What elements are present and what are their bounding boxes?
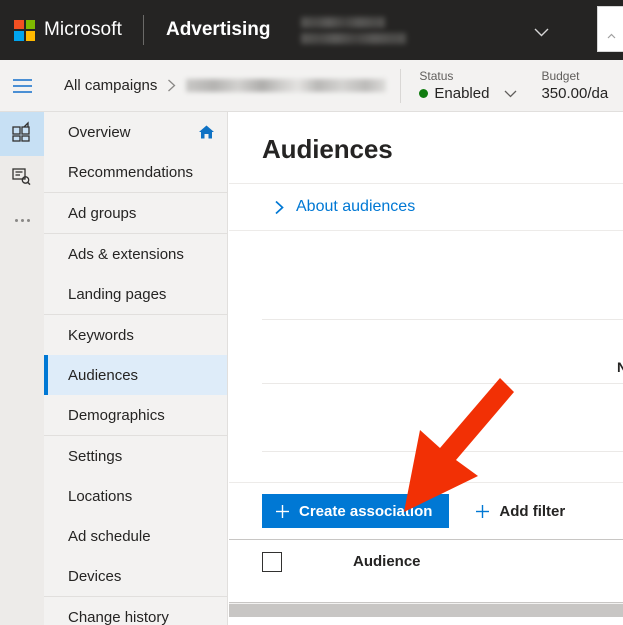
microsoft-logo-icon <box>14 19 35 41</box>
sidebar-item-label: Devices <box>68 567 122 585</box>
chart-gridline <box>262 319 623 320</box>
account-name-redacted <box>300 16 385 28</box>
status-block: Status Enabled <box>419 69 517 103</box>
sidebar-item-label: Demographics <box>68 406 165 424</box>
breadcrumb-item-all-campaigns[interactable]: All campaigns <box>64 77 157 94</box>
plus-icon <box>475 504 490 519</box>
status-value-row[interactable]: Enabled <box>419 85 517 103</box>
sidebar-group: Keywords Audiences Demographics <box>44 315 227 436</box>
sidebar-group: Ads & extensions Landing pages <box>44 234 227 315</box>
sidebar-item-ads-extensions[interactable]: Ads & extensions <box>44 234 227 274</box>
about-audiences-bar[interactable]: About audiences <box>229 183 623 231</box>
chart-axis-label-clipped: N <box>617 359 623 375</box>
sidebar-item-ad-groups[interactable]: Ad groups <box>44 193 227 233</box>
rail-item-campaigns[interactable] <box>0 112 44 156</box>
create-association-label: Create association <box>299 502 433 520</box>
hamburger-bars <box>12 78 32 93</box>
performance-chart-area: N <box>229 231 623 483</box>
sidebar-item-change-history[interactable]: Change history <box>44 597 227 625</box>
horizontal-scrollbar[interactable] <box>229 602 623 617</box>
add-filter-label: Add filter <box>499 502 566 520</box>
more-options-dot-3 <box>26 218 30 222</box>
main-content: Audiences About audiences N Create assoc… <box>229 112 623 625</box>
sidebar-item-audiences[interactable]: Audiences <box>44 355 227 395</box>
status-label: Status <box>419 68 454 83</box>
app-window: Microsoft Advertising All campaigns Stat… <box>0 0 623 625</box>
sidebar-group: Settings Locations Ad schedule Devices <box>44 436 227 597</box>
column-header-audience[interactable]: Audience <box>353 553 421 570</box>
sidebar-item-recommendations[interactable]: Recommendations <box>44 152 227 192</box>
sidebar-item-label: Keywords <box>68 326 134 344</box>
chart-gridline <box>262 383 623 384</box>
header-divider <box>142 15 144 45</box>
sidebar-item-overview[interactable]: Overview <box>44 112 227 152</box>
scrollbar-thumb[interactable] <box>229 604 623 617</box>
status-badge <box>419 89 429 98</box>
campaigns-icon <box>11 120 33 148</box>
account-chevron-down-icon[interactable] <box>534 28 549 37</box>
sidebar-item-label: Recommendations <box>68 163 194 181</box>
account-info-redacted[interactable] <box>300 16 406 44</box>
table-action-bar: Create association Add filter <box>229 483 623 539</box>
sidebar-item-ad-schedule[interactable]: Ad schedule <box>44 516 227 556</box>
more-options-icon <box>14 218 18 222</box>
sidebar-item-locations[interactable]: Locations <box>44 476 227 516</box>
page-title: Audiences <box>262 134 393 164</box>
content-bottom-edge <box>229 617 623 625</box>
sidebar-item-keywords[interactable]: Keywords <box>44 315 227 355</box>
icon-rail <box>0 112 44 625</box>
plus-icon <box>275 504 290 519</box>
sidebar-item-label: Ads & extensions <box>68 245 184 263</box>
chevron-right-icon <box>274 200 285 215</box>
chevron-up-icon <box>607 26 616 44</box>
microsoft-brand[interactable]: Microsoft <box>0 19 122 41</box>
table-header-row: Audience <box>229 539 623 583</box>
sidebar-item-label: Settings <box>68 447 123 465</box>
header-popup-panel[interactable] <box>597 6 623 52</box>
sidebar-group: Ad groups <box>44 193 227 234</box>
budget-block[interactable]: Budget 350.00/da <box>541 69 608 102</box>
reports-icon <box>11 165 33 192</box>
sidebar-item-label: Change history <box>68 608 169 625</box>
chevron-right-icon <box>167 79 176 92</box>
budget-label: Budget <box>541 69 580 83</box>
context-divider <box>400 68 402 103</box>
sidebar-item-label: Landing pages <box>68 285 167 303</box>
hamburger-menu-icon[interactable] <box>0 60 44 112</box>
breadcrumb-item-campaign-redacted[interactable] <box>186 79 387 92</box>
campaign-sidebar: Overview Recommendations Ad groups Ads & ex… <box>44 112 228 625</box>
account-id-redacted <box>300 32 406 44</box>
add-filter-button[interactable]: Add filter <box>475 494 565 528</box>
sidebar-item-landing-pages[interactable]: Landing pages <box>44 274 227 314</box>
more-options-dot <box>20 218 24 222</box>
chart-gridline <box>262 451 623 452</box>
campaign-context-bar: All campaigns Status Enabled Budget 350.… <box>0 60 623 112</box>
rail-item-more-options[interactable] <box>0 200 44 240</box>
sidebar-item-label: Audiences <box>68 366 139 384</box>
status-chevron-down-icon[interactable] <box>504 85 517 103</box>
global-header: Microsoft Advertising <box>0 0 623 60</box>
brand-label: Microsoft <box>44 19 122 40</box>
sidebar-item-label: Overview <box>68 123 131 141</box>
sidebar-item-label: Ad groups <box>68 204 137 222</box>
breadcrumb: All campaigns <box>44 77 387 94</box>
sidebar-item-label: Locations <box>68 487 133 505</box>
budget-value: 350.00/da <box>541 85 609 102</box>
sidebar-group: Overview Recommendations <box>44 112 227 193</box>
rail-item-reports[interactable] <box>0 156 44 200</box>
create-association-button[interactable]: Create association <box>262 494 450 528</box>
sidebar-item-settings[interactable]: Settings <box>44 436 227 476</box>
product-label: Advertising <box>165 19 271 40</box>
about-audiences-label: About audiences <box>296 198 416 215</box>
status-value: Enabled <box>434 85 490 102</box>
select-all-checkbox[interactable] <box>262 551 282 572</box>
home-icon[interactable] <box>198 124 215 140</box>
sidebar-item-demographics[interactable]: Demographics <box>44 395 227 435</box>
sidebar-item-label: Ad schedule <box>68 527 151 545</box>
sidebar-group: Change history <box>44 597 227 625</box>
sidebar-item-devices[interactable]: Devices <box>44 556 227 596</box>
